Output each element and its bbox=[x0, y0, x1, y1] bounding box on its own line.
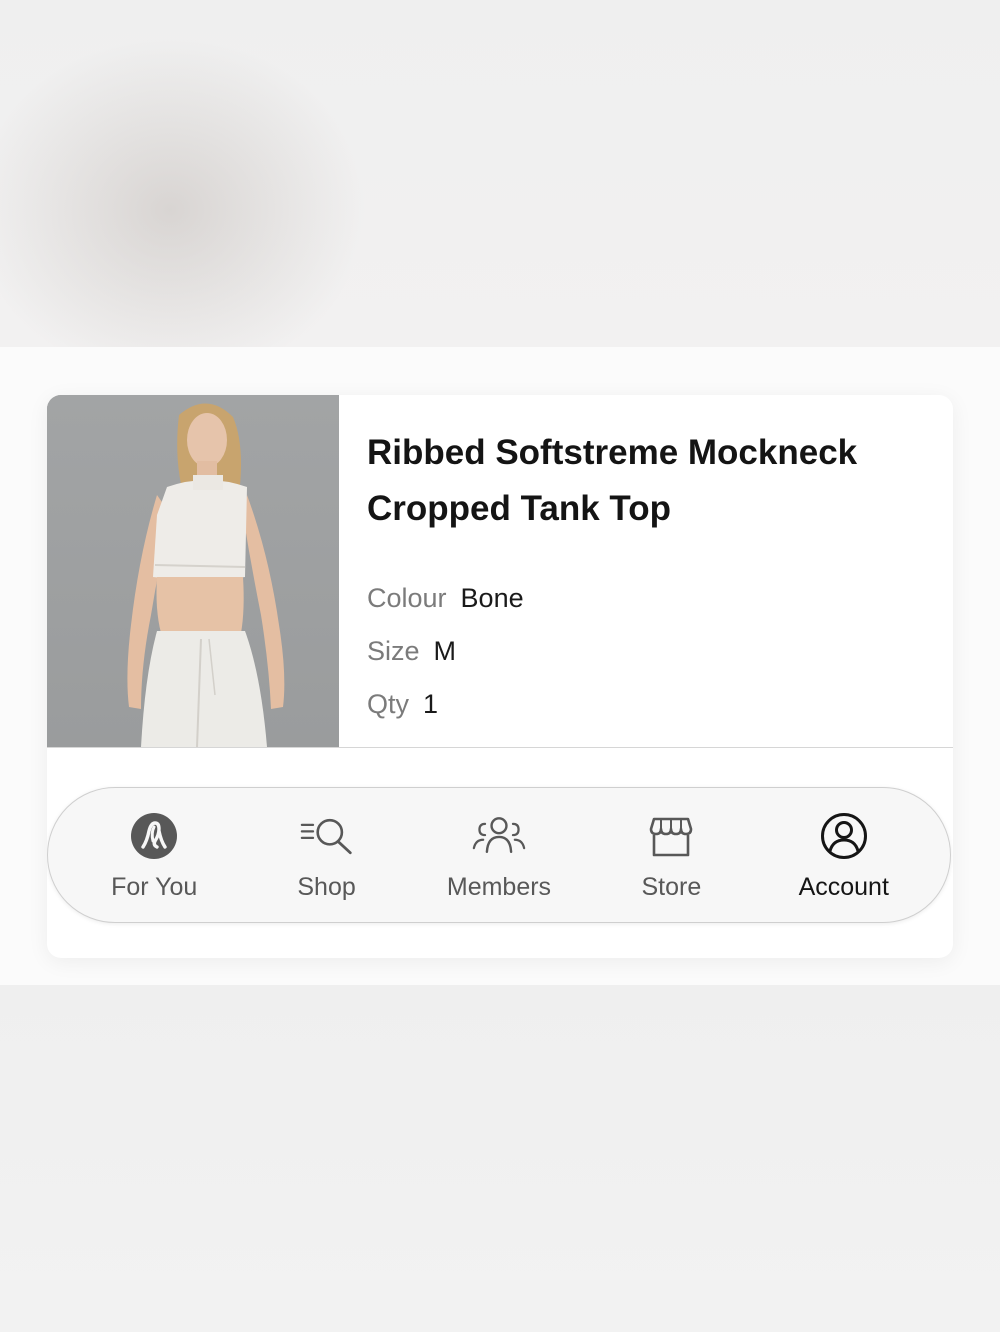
divider bbox=[47, 747, 953, 748]
lululemon-logo-icon bbox=[127, 809, 181, 863]
blurred-background-top bbox=[0, 0, 1000, 347]
store-icon bbox=[644, 809, 698, 863]
colour-row: Colour Bone bbox=[367, 583, 524, 614]
tab-for-you[interactable]: For You bbox=[74, 809, 234, 902]
product-image[interactable] bbox=[47, 395, 339, 747]
tab-for-you-label: For You bbox=[111, 872, 198, 901]
qty-value: 1 bbox=[423, 689, 439, 719]
size-label: Size bbox=[367, 636, 420, 666]
shop-search-icon bbox=[300, 809, 354, 863]
product-title[interactable]: Ribbed Softstreme Mockneck Cropped Tank … bbox=[367, 425, 927, 537]
tab-shop[interactable]: Shop bbox=[247, 809, 407, 902]
tab-shop-label: Shop bbox=[297, 872, 356, 901]
tab-members[interactable]: Members bbox=[419, 809, 579, 902]
members-icon bbox=[472, 809, 526, 863]
tab-store-label: Store bbox=[641, 872, 702, 901]
size-value: M bbox=[433, 636, 457, 666]
colour-label: Colour bbox=[367, 583, 447, 613]
qty-label: Qty bbox=[367, 689, 410, 719]
bottom-tab-bar: For You Shop Members Store Account bbox=[47, 787, 951, 923]
tab-account-label: Account bbox=[798, 872, 889, 901]
tab-store[interactable]: Store bbox=[591, 809, 751, 902]
blurred-background-bottom bbox=[0, 985, 1000, 1332]
tab-members-label: Members bbox=[446, 872, 552, 901]
qty-row: Qty 1 bbox=[367, 689, 438, 720]
size-row: Size M bbox=[367, 636, 456, 667]
tab-account[interactable]: Account bbox=[764, 809, 924, 902]
product-details: Ribbed Softstreme Mockneck Cropped Tank … bbox=[367, 425, 927, 719]
colour-value: Bone bbox=[460, 583, 524, 613]
account-icon bbox=[817, 809, 871, 863]
product-photo bbox=[47, 395, 339, 747]
cart-item-card: Ribbed Softstreme Mockneck Cropped Tank … bbox=[47, 395, 953, 958]
